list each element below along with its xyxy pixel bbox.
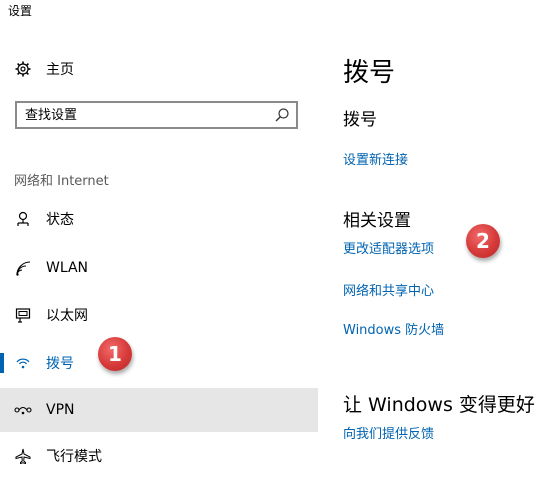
sidebar-item-ethernet[interactable]: 以太网: [0, 293, 318, 337]
search-icon[interactable]: [274, 107, 290, 123]
nav-home[interactable]: 主页: [14, 58, 74, 80]
sidebar-item-wlan[interactable]: WLAN: [0, 246, 318, 290]
airplane-icon: [14, 447, 32, 465]
improve-windows-heading: 让 Windows 变得更好: [343, 394, 535, 416]
sidebar-item-label: 状态: [46, 212, 74, 228]
search-input[interactable]: [17, 103, 265, 127]
sidebar-item-vpn[interactable]: VPN: [0, 388, 318, 432]
related-settings-heading: 相关设置: [343, 211, 411, 231]
callout-badge-2: 2: [466, 224, 500, 258]
callout-badge-1: 1: [98, 337, 132, 371]
sidebar-item-label: 拨号: [46, 356, 74, 372]
sidebar-item-status[interactable]: 状态: [0, 197, 318, 241]
sidebar-item-airplane[interactable]: 飞行模式: [0, 434, 318, 478]
windows-firewall-link[interactable]: Windows 防火墙: [343, 319, 444, 338]
sidebar-item-label: 以太网: [46, 308, 88, 324]
wifi-icon: [14, 259, 32, 277]
change-adapter-options-link[interactable]: 更改适配器选项: [343, 238, 434, 257]
status-icon: [14, 210, 32, 228]
page-title: 拨号: [343, 58, 396, 88]
network-sharing-center-link[interactable]: 网络和共享中心: [343, 280, 434, 299]
gear-icon: [14, 60, 32, 78]
ethernet-icon: [14, 306, 32, 324]
sidebar-item-dialup[interactable]: 拨号: [0, 341, 318, 385]
nav-home-label: 主页: [46, 62, 74, 78]
sidebar-item-label: WLAN: [46, 260, 89, 276]
dialup-icon: [14, 354, 32, 372]
window-title: 设置: [8, 4, 33, 18]
sidebar-item-label: 飞行模式: [46, 449, 102, 465]
nav-section-header: 网络和 Internet: [14, 174, 109, 189]
active-indicator: [0, 353, 4, 373]
search-box[interactable]: [15, 101, 298, 129]
new-connection-link[interactable]: 设置新连接: [343, 149, 408, 168]
dialup-heading: 拨号: [343, 110, 377, 130]
feedback-link[interactable]: 向我们提供反馈: [343, 423, 434, 442]
sidebar-item-label: VPN: [46, 402, 75, 418]
vpn-icon: [14, 401, 32, 419]
